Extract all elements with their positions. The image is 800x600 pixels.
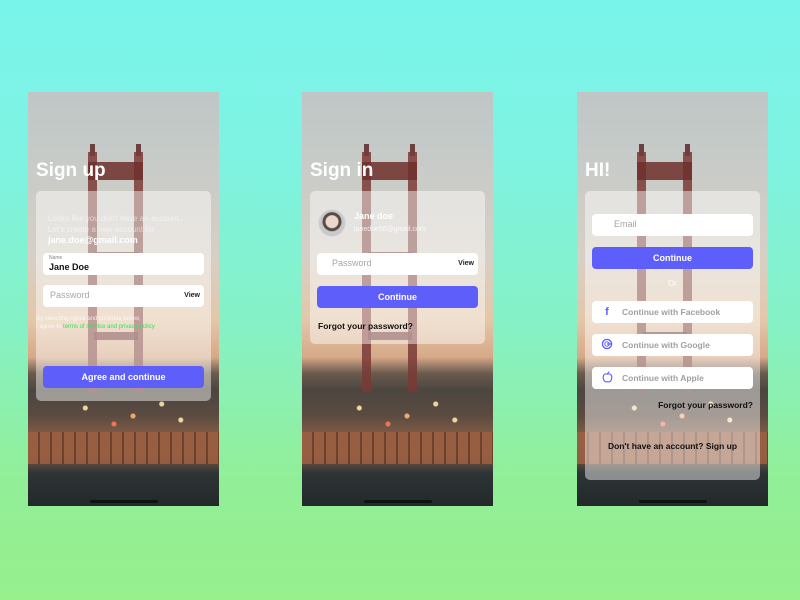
google-glyph	[601, 338, 613, 349]
apple-icon	[592, 370, 622, 386]
signup-screen: Sign up Looks like you don't have an acc…	[28, 92, 219, 506]
intro-text: Looks like you don't have an account. Le…	[48, 213, 181, 245]
user-email: janedoe56@gmail.com	[354, 226, 426, 233]
view-password-button[interactable]: View	[458, 260, 474, 267]
signup-email: jane.doe@gmail.com	[48, 235, 138, 245]
facebook-label: Continue with Facebook	[622, 307, 721, 317]
facebook-icon: f	[605, 306, 609, 318]
welcome-screen: HI! Email Continue Or f Continue with Fa…	[577, 92, 768, 506]
bridge-crossbeam	[637, 162, 692, 180]
continue-google-button[interactable]: Continue with Google	[592, 334, 753, 356]
traffic-lights	[302, 392, 493, 432]
intro-line-2: Let's create a new account for	[48, 225, 155, 234]
password-field[interactable]: Password View	[317, 253, 478, 275]
user-name: Jane doe	[354, 211, 394, 221]
signup-card: Looks like you don't have an account. Le…	[36, 191, 211, 401]
or-divider: Or	[668, 279, 677, 288]
name-label: Name	[49, 255, 63, 261]
password-placeholder: Password	[50, 290, 90, 300]
home-indicator	[89, 500, 158, 503]
agree-continue-button[interactable]: Agree and continue	[43, 366, 204, 388]
apple-glyph	[602, 370, 612, 383]
home-indicator	[363, 500, 432, 503]
google-icon	[592, 338, 622, 353]
page-title: Sign up	[36, 160, 106, 181]
continue-apple-button[interactable]: Continue with Apple	[592, 367, 753, 389]
email-placeholder: Email	[614, 219, 637, 229]
signin-card: Jane doe janedoe56@gmail.com Password Vi…	[310, 191, 485, 344]
bridge-railing	[28, 432, 219, 464]
home-indicator	[638, 500, 707, 503]
terms-text: By selecting Agree and continue below, I…	[36, 315, 155, 331]
password-placeholder: Password	[332, 258, 372, 268]
intro-line-1: Looks like you don't have an account.	[48, 214, 182, 223]
welcome-card: Email Continue Or f Continue with Facebo…	[585, 191, 760, 480]
forgot-password-link[interactable]: Forgot your password?	[658, 400, 753, 410]
page-title: Sign in	[310, 160, 374, 181]
google-label: Continue with Google	[622, 340, 710, 350]
terms-link[interactable]: terms of service and privacy policy	[63, 324, 155, 330]
email-field[interactable]: Email	[592, 214, 753, 236]
sign-up-link[interactable]: Don't have an account? Sign up	[585, 441, 760, 451]
password-field[interactable]: Password View	[43, 285, 204, 307]
continue-button[interactable]: Continue	[317, 286, 478, 308]
view-password-button[interactable]: View	[184, 292, 200, 299]
terms-line-1: By selecting Agree and continue below,	[36, 316, 141, 322]
forgot-password-link[interactable]: Forgot your password?	[318, 321, 413, 331]
signin-screen: Sign in Jane doe janedoe56@gmail.com Pas…	[302, 92, 493, 506]
continue-facebook-button[interactable]: f Continue with Facebook	[592, 301, 753, 323]
terms-prefix: I agree to	[36, 324, 64, 330]
bridge-railing	[302, 432, 493, 464]
page-title: HI!	[585, 160, 611, 181]
apple-label: Continue with Apple	[622, 373, 704, 383]
name-field[interactable]: Name Jane Doe	[43, 253, 204, 275]
continue-button[interactable]: Continue	[592, 247, 753, 269]
terms-line-2: I agree to terms of service and privacy …	[36, 323, 155, 331]
name-value: Jane Doe	[49, 262, 90, 272]
avatar	[318, 209, 346, 237]
